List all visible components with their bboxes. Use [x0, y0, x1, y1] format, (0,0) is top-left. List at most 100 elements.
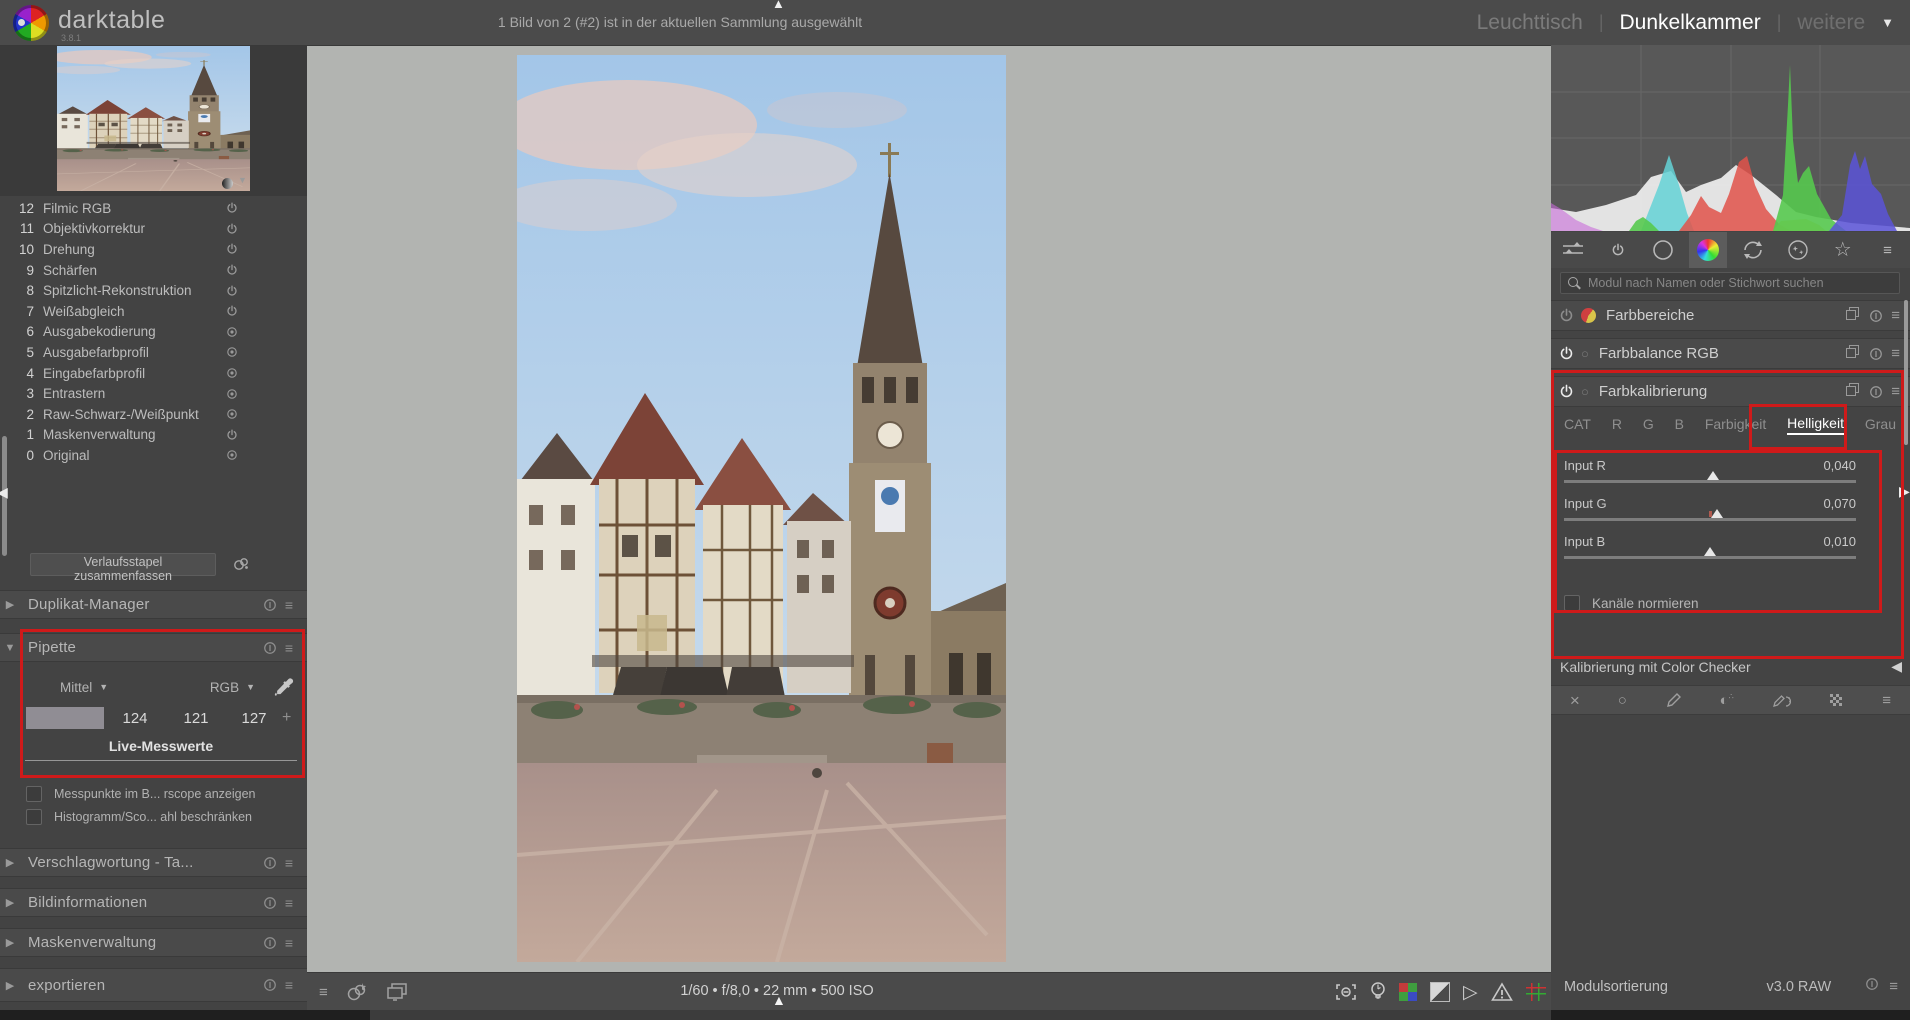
tab-farbigkeit[interactable]: Farbigkeit	[1705, 414, 1766, 434]
pipette-add-icon[interactable]: +	[282, 709, 291, 727]
power-icon[interactable]	[217, 285, 247, 297]
raster-mask-icon[interactable]	[1828, 692, 1844, 708]
reset-icon[interactable]	[263, 936, 277, 950]
power-icon[interactable]	[217, 202, 247, 214]
correct-group-icon[interactable]	[1734, 232, 1772, 268]
tab-r[interactable]: R	[1612, 414, 1622, 434]
history-item[interactable]: 8 Spitzlicht-Rekonstruktion	[0, 280, 307, 301]
slider-value[interactable]: 0,040	[1823, 458, 1856, 476]
slider-input-b[interactable]: Input B 0,010	[1564, 534, 1856, 559]
presets-menu-icon[interactable]: ≡	[285, 597, 293, 613]
section-mask-manager[interactable]: ▶ Maskenverwaltung ≡	[0, 928, 307, 957]
presets-menu-icon[interactable]: ≡	[1889, 978, 1898, 995]
favorites-icon[interactable]: ☆	[1824, 232, 1862, 268]
circle-mask-icon[interactable]: ○	[1618, 693, 1627, 708]
history-item[interactable]: 12 Filmic RGB	[0, 198, 307, 219]
reset-icon[interactable]	[263, 856, 277, 870]
always-on-icon[interactable]	[217, 408, 247, 420]
power-icon[interactable]	[217, 305, 247, 317]
checkbox-icon[interactable]	[26, 809, 42, 825]
view-lighttable[interactable]: Leuchttisch	[1477, 11, 1583, 35]
slider-input-g[interactable]: Input G 0,070	[1564, 496, 1856, 521]
thumbnail-expand-icon[interactable]: ▼	[238, 175, 247, 185]
reset-icon[interactable]	[263, 978, 277, 992]
power-icon[interactable]	[1599, 232, 1637, 268]
compress-history-button[interactable]: Verlaufsstapel zusammenfassen	[30, 553, 216, 576]
filmstrip-toggle-icon[interactable]: ▲	[772, 992, 786, 1008]
power-icon[interactable]	[1559, 384, 1581, 399]
menu-icon[interactable]: ≡	[1882, 692, 1891, 709]
power-icon[interactable]	[1559, 346, 1581, 361]
color-checker-row[interactable]: Kalibrierung mit Color Checker ◀	[1560, 658, 1902, 675]
view-more[interactable]: weitere	[1797, 11, 1865, 35]
guides-icon[interactable]	[1526, 983, 1546, 1001]
always-on-icon[interactable]	[217, 346, 247, 358]
history-item[interactable]: 6 Ausgabekodierung	[0, 322, 307, 343]
history-item[interactable]: 9 Schärfen	[0, 260, 307, 281]
module-search-box[interactable]: Modul nach Namen oder Stichwort suchen	[1560, 272, 1900, 294]
chevron-left-icon[interactable]: ◀	[1891, 658, 1902, 675]
tab-grau[interactable]: Grau	[1865, 414, 1896, 434]
slider-input-r[interactable]: Input R 0,040	[1564, 458, 1856, 483]
slider-handle[interactable]	[1711, 509, 1723, 518]
slider-track[interactable]	[1564, 556, 1856, 559]
second-window-icon[interactable]	[386, 982, 410, 1002]
effects-group-icon[interactable]	[1779, 232, 1817, 268]
power-icon[interactable]	[217, 243, 247, 255]
drawn-mask-icon[interactable]	[1665, 692, 1682, 709]
view-darkroom[interactable]: Dunkelkammer	[1620, 11, 1761, 35]
history-item[interactable]: 0 Original	[0, 445, 307, 466]
chevron-down-icon[interactable]: ▼	[1881, 15, 1894, 30]
presets-sliders-icon[interactable]	[1554, 232, 1592, 268]
reset-icon[interactable]	[1869, 309, 1883, 323]
histogram[interactable]	[1551, 45, 1910, 231]
basic-group-icon[interactable]	[1644, 232, 1682, 268]
presets-menu-icon[interactable]: ≡	[285, 977, 293, 993]
module-header-farbbereiche[interactable]: Farbbereiche ≡	[1551, 300, 1910, 331]
overlays-icon[interactable]	[346, 982, 368, 1002]
reset-icon[interactable]	[263, 598, 277, 612]
filmstrip-collapsed-strip[interactable]	[0, 1010, 1910, 1020]
tab-g[interactable]: G	[1643, 414, 1654, 434]
color-group-icon[interactable]	[1689, 232, 1727, 268]
main-photo[interactable]	[517, 55, 1006, 962]
section-duplicate-manager[interactable]: ▶ Duplikat-Manager ≡	[0, 590, 307, 619]
slideshow-icon[interactable]: ▷	[1463, 983, 1478, 1002]
presets-menu-icon[interactable]: ≡	[1891, 307, 1900, 324]
slider-value[interactable]: 0,010	[1823, 534, 1856, 552]
always-on-icon[interactable]	[217, 388, 247, 400]
tab-b[interactable]: B	[1675, 414, 1684, 434]
checkbox-icon[interactable]	[1564, 595, 1580, 611]
overexposure-icon[interactable]	[1491, 982, 1513, 1002]
checkbox-row-scope-points[interactable]: Messpunkte im B... rscope anzeigen	[26, 786, 256, 802]
checkbox-icon[interactable]	[26, 786, 42, 802]
eyedropper-icon[interactable]	[273, 676, 295, 698]
section-tagging[interactable]: ▶ Verschlagwortung - Ta... ≡	[0, 848, 307, 877]
reset-icon[interactable]	[263, 641, 277, 655]
power-icon[interactable]	[217, 429, 247, 441]
chevron-down-icon[interactable]: ▼	[99, 682, 108, 692]
iso12646-icon[interactable]	[1370, 981, 1386, 1003]
menu-icon[interactable]: ≡	[319, 984, 328, 1001]
history-item[interactable]: 5 Ausgabefarbprofil	[0, 342, 307, 363]
slider-handle[interactable]	[1704, 547, 1716, 556]
focus-peaking-icon[interactable]	[1335, 982, 1357, 1002]
pipette-space-dropdown[interactable]: RGB	[210, 680, 239, 695]
right-panel-collapse-icon[interactable]: ▶	[1899, 483, 1910, 500]
presets-menu-icon[interactable]: ≡	[285, 935, 293, 951]
checkbox-row-restrict-histogram[interactable]: Histogramm/Sco... ahl beschränken	[26, 809, 252, 825]
multi-instance-icon[interactable]	[1846, 383, 1859, 401]
history-item[interactable]: 4 Eingabefarbprofil	[0, 363, 307, 384]
multi-instance-icon[interactable]	[1846, 345, 1859, 363]
thumbnail-gradient-icon[interactable]	[222, 178, 233, 189]
presets-menu-icon[interactable]: ≡	[285, 895, 293, 911]
section-image-info[interactable]: ▶ Bildinformationen ≡	[0, 888, 307, 917]
live-samples-label[interactable]: Live-Messwerte	[25, 738, 297, 754]
presets-menu-icon[interactable]: ≡	[1891, 345, 1900, 362]
slider-handle[interactable]	[1707, 471, 1719, 480]
presets-menu-icon[interactable]: ≡	[285, 640, 293, 656]
power-icon[interactable]	[217, 223, 247, 235]
parametric-mask-icon[interactable]: ◐∴	[1720, 693, 1734, 708]
left-panel-collapse-icon[interactable]: ◀	[0, 484, 8, 501]
gamut-check-icon[interactable]	[1399, 983, 1417, 1001]
